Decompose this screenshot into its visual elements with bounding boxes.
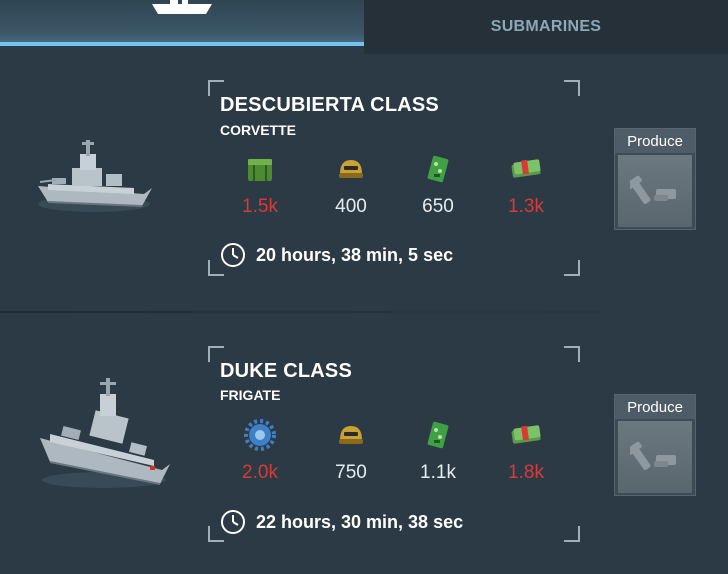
circuit-board-icon <box>427 155 449 183</box>
resource-value: 1.1k <box>420 462 456 483</box>
resource-value: 650 <box>422 196 454 217</box>
ship-name: DESCUBIERTA CLASS <box>220 94 439 116</box>
gold-helmet-icon <box>339 160 363 178</box>
tab-submarines[interactable]: SUBMARINES <box>364 0 728 54</box>
tab-ships[interactable] <box>0 0 364 46</box>
resource-gears: 2.0k <box>230 418 290 484</box>
row-divider <box>0 311 728 313</box>
ship-class: CORVETTE <box>220 122 296 138</box>
build-timer: 20 hours, 38 min, 5 sec <box>220 242 453 268</box>
resource-value: 750 <box>335 462 367 483</box>
blue-gear-icon <box>244 419 276 451</box>
resource-value: 1.5k <box>242 196 278 217</box>
ship-name: DUKE CLASS <box>220 360 353 382</box>
active-tab-indicator <box>0 42 364 46</box>
resource-helmets: 750 <box>321 418 381 484</box>
circuit-board-icon <box>427 421 449 449</box>
produce-label: Produce <box>615 129 695 153</box>
ship-row-duke: DUKE CLASS FRIGATE 2.0k 750 1.1k 1.8k 22… <box>0 314 728 574</box>
frigate-ship-image <box>40 378 170 488</box>
resource-circuits: 650 <box>408 152 468 218</box>
resource-circuits: 1.1k <box>408 418 468 484</box>
build-time-text: 20 hours, 38 min, 5 sec <box>256 244 454 265</box>
resource-value: 1.3k <box>508 196 544 217</box>
hammer-wrench-icon <box>630 441 676 470</box>
resource-value: 2.0k <box>242 462 278 483</box>
produce-button[interactable]: Produce <box>614 128 696 230</box>
resource-helmets: 400 <box>321 152 381 218</box>
corvette-ship-image <box>38 140 152 212</box>
build-time-text: 22 hours, 30 min, 38 sec <box>256 511 464 532</box>
ship-class: FRIGATE <box>220 387 281 403</box>
gold-helmet-icon <box>339 426 363 444</box>
clock-icon <box>221 243 245 267</box>
tab-bar: SUBMARINES <box>0 0 728 54</box>
hammer-wrench-icon <box>630 175 676 204</box>
green-crate-icon <box>248 159 272 181</box>
cash-stack-icon <box>511 159 541 178</box>
resource-value: 400 <box>335 196 367 217</box>
ship-icon <box>152 0 212 14</box>
cash-stack-icon <box>511 425 541 444</box>
resource-value: 1.8k <box>508 462 544 483</box>
resource-crates: 1.5k <box>230 152 290 218</box>
resource-cash: 1.3k <box>496 152 556 218</box>
resource-cash: 1.8k <box>496 418 556 484</box>
clock-icon <box>221 510 245 534</box>
ship-row-descubierta: DESCUBIERTA CLASS CORVETTE 1.5k 400 650 … <box>0 52 728 312</box>
produce-button[interactable]: Produce <box>614 394 696 496</box>
build-timer: 22 hours, 30 min, 38 sec <box>220 509 463 535</box>
produce-label: Produce <box>615 395 695 419</box>
